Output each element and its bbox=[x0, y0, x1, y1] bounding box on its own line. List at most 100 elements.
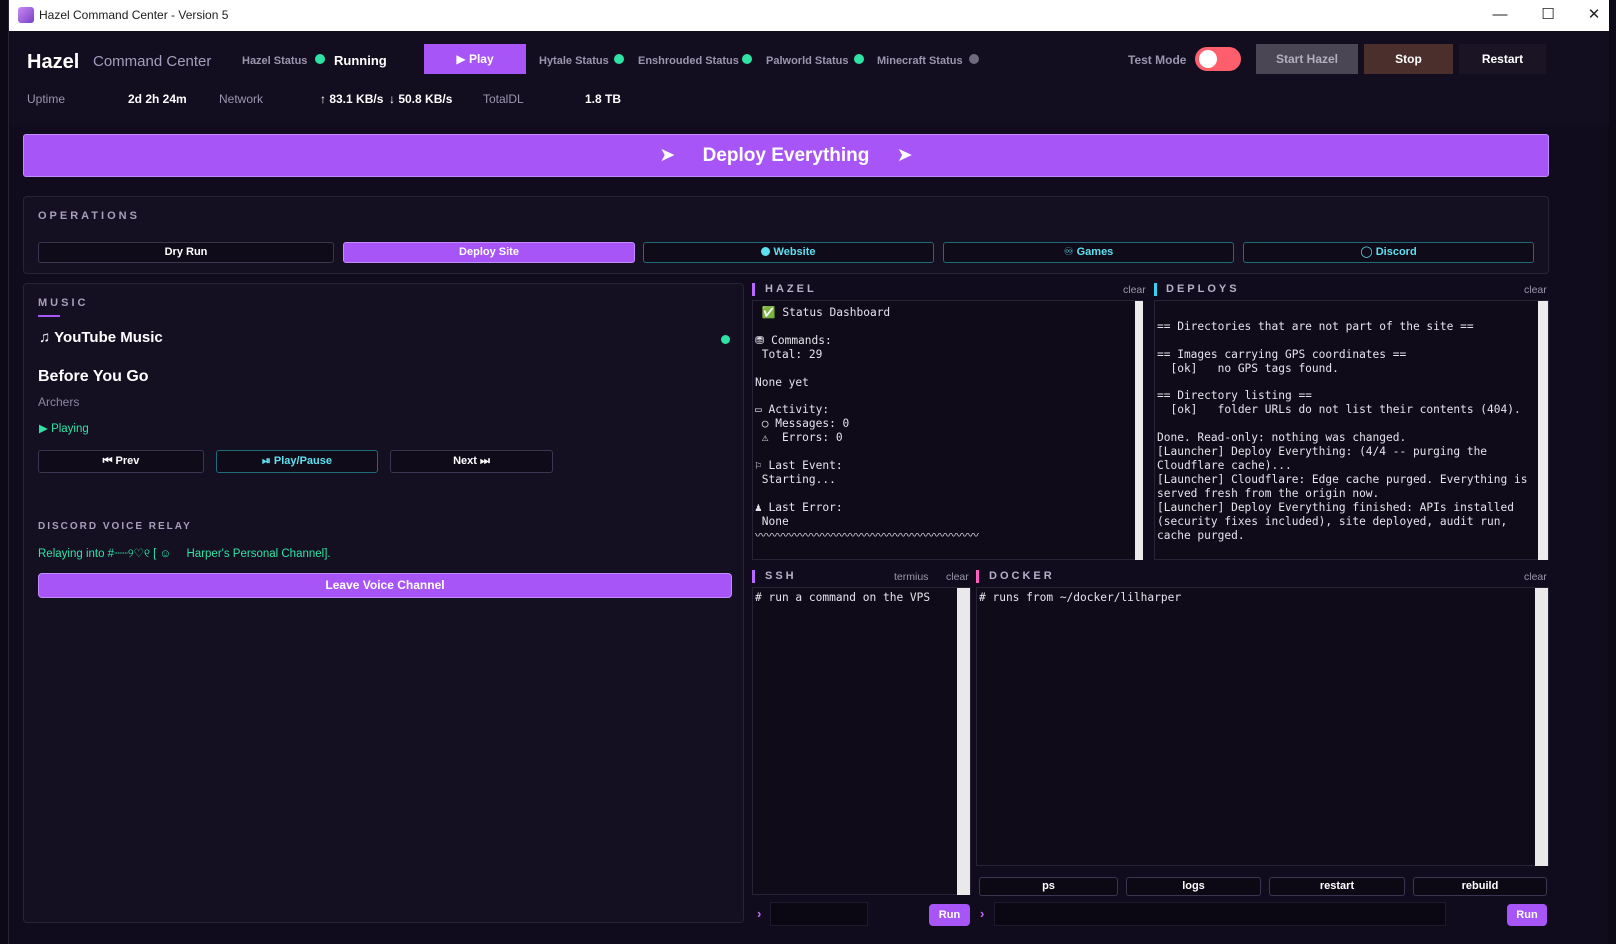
deploys-line: == Directories that are not part of the … bbox=[1157, 319, 1474, 333]
termius-button[interactable]: termius bbox=[894, 571, 928, 583]
start-hazel-button[interactable]: Start Hazel bbox=[1256, 44, 1358, 74]
prev-icon: ⏮ bbox=[102, 455, 113, 467]
deploys-line: cache purged. bbox=[1157, 528, 1245, 542]
hytale-status-label: Hytale Status bbox=[539, 55, 609, 67]
ssh-terminal: # run a command on the VPS bbox=[752, 587, 971, 895]
hazel-status-label: Hazel Status bbox=[242, 55, 308, 67]
deploys-accent bbox=[1154, 283, 1157, 296]
hazel-line: ⚠ Errors: 0 bbox=[755, 431, 843, 445]
hazel-line: ○ Messages: 0 bbox=[755, 417, 850, 431]
test-mode-label: Test Mode bbox=[1128, 53, 1187, 67]
docker-terminal: # runs from ~/docker/lilharper bbox=[976, 587, 1549, 866]
docker-clear-button[interactable]: clear bbox=[1524, 571, 1547, 583]
docker-restart-button[interactable]: restart bbox=[1269, 877, 1405, 896]
music-title-underline bbox=[38, 315, 60, 317]
voice-relay-status: Relaying into #┈┈୨♡୧ [ ☺ Harper's Person… bbox=[38, 546, 331, 561]
ssh-term-title: SSH bbox=[765, 570, 797, 582]
app-subtitle: Command Center bbox=[93, 53, 212, 70]
music-service-label: YouTube Music bbox=[54, 329, 163, 346]
deploys-line bbox=[1157, 334, 1527, 348]
network-down: ↓ 50.8 KB/s bbox=[389, 92, 453, 106]
hazel-scrollbar[interactable] bbox=[1135, 301, 1143, 560]
hazel-line: ⛃ Commands: bbox=[755, 333, 832, 347]
hazel-line: ♟ Last Error: bbox=[755, 500, 843, 514]
relay-prefix: Relaying into #┈┈୨♡୧ [ bbox=[38, 548, 157, 560]
test-mode-toggle[interactable] bbox=[1195, 47, 1241, 71]
music-title: MUSIC bbox=[38, 297, 89, 309]
hazel-line bbox=[755, 362, 979, 376]
hazel-line bbox=[755, 445, 979, 459]
deploys-clear-button[interactable]: clear bbox=[1524, 284, 1547, 296]
docker-logs-button[interactable]: logs bbox=[1126, 877, 1261, 896]
games-button[interactable]: ♾ Games bbox=[943, 242, 1234, 263]
docker-accent bbox=[976, 570, 979, 583]
discord-button[interactable]: ◯ Discord bbox=[1243, 242, 1534, 263]
docker-rebuild-button[interactable]: rebuild bbox=[1413, 877, 1547, 896]
hazel-line bbox=[755, 389, 979, 403]
website-button[interactable]: Website bbox=[643, 242, 934, 263]
enshrouded-status-dot bbox=[742, 54, 752, 64]
playback-state: ▶ Playing bbox=[39, 421, 89, 435]
deploys-line bbox=[1157, 417, 1527, 431]
deploy-everything-label: Deploy Everything bbox=[702, 145, 870, 166]
docker-ps-button[interactable]: ps bbox=[979, 877, 1118, 896]
deploy-site-button[interactable]: Deploy Site bbox=[343, 242, 635, 263]
hazel-line bbox=[755, 320, 979, 334]
network-label: Network bbox=[219, 92, 264, 106]
palworld-status-label: Palworld Status bbox=[766, 55, 849, 67]
deploys-line: [ok] folder URLs do not list their conte… bbox=[1157, 403, 1521, 417]
minecraft-status-dot bbox=[969, 54, 979, 64]
deploys-scrollbar[interactable] bbox=[1538, 301, 1548, 560]
leave-voice-button[interactable]: Leave Voice Channel bbox=[38, 573, 732, 598]
ssh-clear-button[interactable]: clear bbox=[946, 571, 969, 583]
play-pause-icon: ⏯ bbox=[262, 455, 271, 467]
app-window: Hazel Command Center - Version 5 — ☐ ✕ H… bbox=[8, 0, 1609, 944]
docker-command-input[interactable] bbox=[994, 902, 1446, 926]
hazel-clear-button[interactable]: clear bbox=[1123, 284, 1146, 296]
totaldl-value: 1.8 TB bbox=[585, 92, 622, 106]
prev-button[interactable]: ⏮ Prev bbox=[38, 450, 204, 473]
ssh-command-input[interactable] bbox=[770, 902, 868, 926]
hytale-status-dot bbox=[614, 54, 624, 64]
totaldl-label: TotalDL bbox=[483, 92, 524, 106]
play-pause-label: Play/Pause bbox=[273, 455, 332, 467]
docker-scrollbar[interactable] bbox=[1535, 588, 1548, 866]
hazel-line: None yet bbox=[755, 375, 809, 389]
track-title: Before You Go bbox=[38, 368, 149, 385]
ssh-scrollbar[interactable] bbox=[957, 588, 970, 895]
track-artist: Archers bbox=[38, 395, 80, 409]
deploys-line: [ok] no GPS tags found. bbox=[1157, 361, 1339, 375]
hazel-accent bbox=[752, 283, 755, 296]
docker-term-title: DOCKER bbox=[989, 570, 1055, 582]
restart-button[interactable]: Restart bbox=[1459, 44, 1546, 74]
dry-run-button[interactable]: Dry Run bbox=[38, 242, 334, 263]
music-service: ♫ YouTube Music bbox=[39, 329, 163, 346]
hazel-line: ⚐ Last Event: bbox=[755, 458, 843, 472]
docker-run-button[interactable]: Run bbox=[1507, 904, 1547, 926]
hazel-status-dot bbox=[315, 54, 325, 64]
deploys-line: == Images carrying GPS coordinates == bbox=[1157, 347, 1407, 361]
close-icon[interactable]: ✕ bbox=[1583, 4, 1605, 26]
gamepad-icon: ♾ bbox=[1063, 246, 1074, 258]
maximize-icon[interactable]: ☐ bbox=[1537, 4, 1559, 26]
deploys-line bbox=[1157, 376, 1527, 390]
deploys-line: Cloudflare cache)... bbox=[1157, 458, 1292, 472]
uptime-label: Uptime bbox=[27, 92, 66, 106]
next-icon: ⏭ bbox=[480, 455, 490, 467]
deploys-output: == Directories that are not part of the … bbox=[1157, 306, 1527, 542]
minimize-icon[interactable]: — bbox=[1489, 4, 1511, 26]
group-icon: ☺ bbox=[159, 548, 172, 560]
ssh-run-button[interactable]: Run bbox=[929, 904, 970, 926]
deploy-everything-button[interactable]: ➤ Deploy Everything ➤ bbox=[23, 134, 1549, 177]
music-note-icon: ♫ bbox=[39, 329, 51, 346]
prev-label: Prev bbox=[115, 455, 140, 467]
docker-prompt-icon: › bbox=[980, 906, 985, 921]
next-button[interactable]: Next ⏭ bbox=[390, 450, 553, 473]
play-button[interactable]: ▶ Play bbox=[424, 44, 526, 74]
play-pause-button[interactable]: ⏯ Play/Pause bbox=[216, 450, 378, 473]
deploys-line: [Launcher] Deploy Everything finished: A… bbox=[1157, 500, 1514, 514]
rocket-icon: ➤ bbox=[659, 145, 676, 166]
hazel-line: ▭ Activity: bbox=[755, 403, 830, 417]
stop-button[interactable]: Stop bbox=[1364, 44, 1453, 74]
discord-label: Discord bbox=[1375, 246, 1417, 258]
